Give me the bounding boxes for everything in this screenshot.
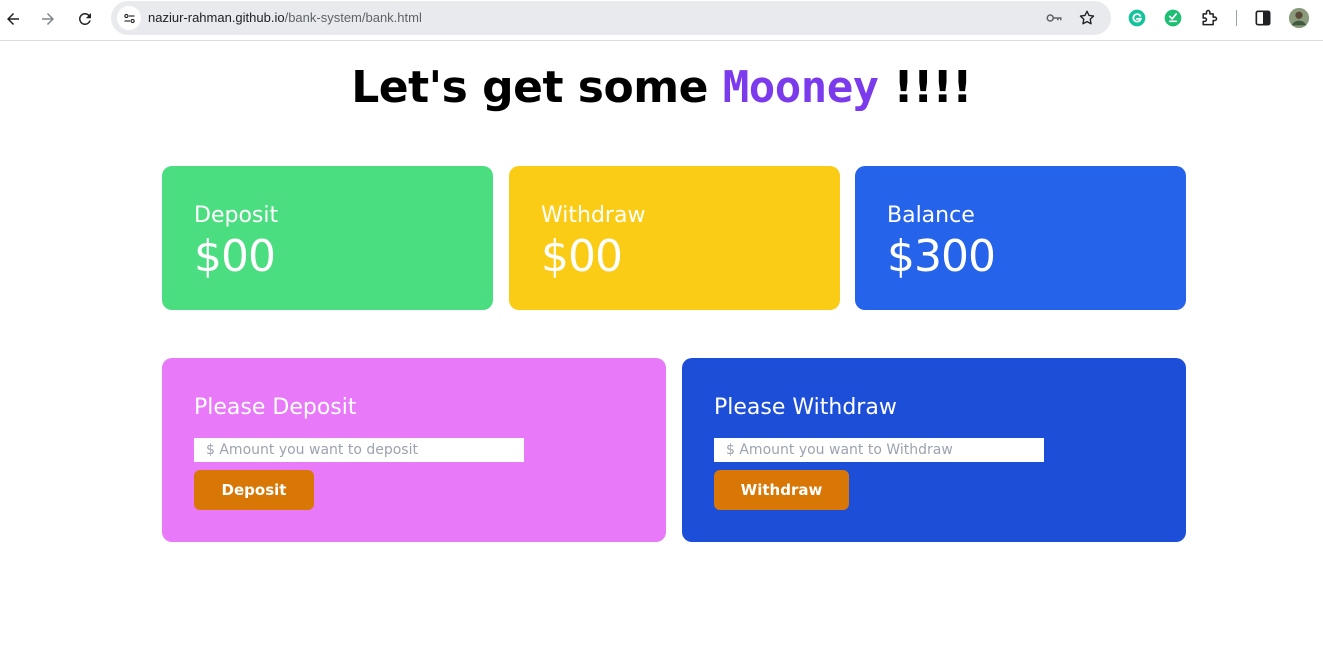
balance-label: Balance: [887, 203, 975, 228]
forward-arrow-icon: [42, 13, 54, 25]
title-prefix: Let's get some: [351, 62, 723, 113]
bookmark-button[interactable]: [1077, 8, 1097, 28]
title-highlight: Mooney: [722, 62, 879, 113]
deposit-form-title: Please Deposit: [194, 395, 357, 420]
withdraw-card: Withdraw $00: [509, 166, 840, 310]
deposit-label: Deposit: [194, 203, 279, 228]
bookmark-star-icon: [1079, 10, 1095, 25]
reload-button[interactable]: [72, 6, 98, 32]
back-button[interactable]: [0, 6, 26, 32]
extensions-puzzle-icon: [1202, 9, 1218, 26]
profile-button[interactable]: [1288, 7, 1310, 29]
toolbar-divider: [1236, 10, 1237, 26]
address-bar[interactable]: naziur-rahman.github.io/bank-system/bank…: [111, 1, 1111, 35]
url-text: naziur-rahman.github.io/bank-system/bank…: [148, 10, 422, 25]
withdraw-button[interactable]: Withdraw: [714, 470, 849, 510]
extensions-button[interactable]: [1198, 7, 1220, 29]
password-key-icon: [1046, 14, 1062, 22]
withdraw-form-title: Please Withdraw: [714, 395, 897, 420]
profile-avatar-icon: [1288, 7, 1310, 29]
green-extension[interactable]: [1162, 7, 1184, 29]
withdraw-label: Withdraw: [541, 203, 646, 228]
deposit-form: Please Deposit Deposit: [162, 358, 666, 542]
site-info-button[interactable]: [117, 6, 141, 30]
extension-green-icon: [1164, 9, 1182, 27]
forward-button[interactable]: [35, 6, 61, 32]
title-suffix: !!!!: [878, 62, 973, 113]
withdraw-amount-input[interactable]: [714, 438, 1044, 462]
back-arrow-icon: [7, 13, 19, 25]
withdraw-total: $00: [541, 231, 623, 282]
grammarly-icon: [1128, 9, 1146, 27]
side-panel-icon: [1255, 10, 1271, 26]
deposit-total: $00: [194, 231, 276, 282]
deposit-card: Deposit $00: [162, 166, 493, 310]
password-manager-button[interactable]: [1044, 8, 1064, 28]
deposit-button[interactable]: Deposit: [194, 470, 314, 510]
page-title: Let's get some Mooney !!!!: [0, 62, 1323, 113]
side-panel-button[interactable]: [1252, 7, 1274, 29]
site-info-icon: [123, 13, 135, 23]
withdraw-form: Please Withdraw Withdraw: [682, 358, 1186, 542]
balance-total: $300: [887, 231, 996, 282]
browser-toolbar: naziur-rahman.github.io/bank-system/bank…: [0, 0, 1323, 41]
balance-card: Balance $300: [855, 166, 1186, 310]
reload-icon: [78, 12, 91, 25]
url-path: /bank-system/bank.html: [284, 10, 422, 25]
url-domain: naziur-rahman.github.io: [148, 10, 285, 25]
deposit-amount-input[interactable]: [194, 438, 524, 462]
grammarly-extension[interactable]: [1126, 7, 1148, 29]
